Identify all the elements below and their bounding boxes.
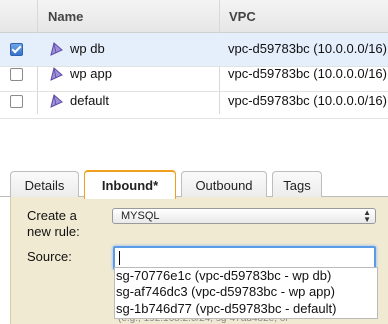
suggestion-option[interactable]: sg-70776e1c (vpc-d59783bc - wp db)	[115, 268, 378, 284]
tab-inbound[interactable]: Inbound*	[84, 170, 176, 199]
column-header-vpc[interactable]: VPC	[229, 0, 256, 32]
rule-type-select[interactable]: MYSQL ▲ ▼	[112, 208, 376, 224]
row-name: default	[70, 93, 110, 108]
row-name: wp db	[70, 41, 105, 56]
column-header-name[interactable]: Name	[48, 0, 83, 32]
text-caret	[119, 251, 120, 265]
source-suggestions-dropdown: sg-70776e1c (vpc-d59783bc - wp db) sg-af…	[114, 267, 378, 319]
tab-outbound[interactable]: Outbound	[181, 171, 267, 197]
row-checkbox[interactable]	[10, 95, 23, 108]
row-checkbox[interactable]	[10, 68, 23, 81]
security-group-icon	[50, 94, 63, 108]
suggestion-option[interactable]: sg-af746dc3 (vpc-d59783bc - wp app)	[115, 284, 378, 300]
suggestion-option[interactable]: sg-1b746d77 (vpc-d59783bc - default)	[115, 301, 378, 317]
row-vpc: vpc-d59783bc (10.0.0.0/16)	[228, 41, 387, 56]
row-vpc: vpc-d59783bc (10.0.0.0/16)	[228, 66, 387, 81]
create-rule-label: new rule:	[27, 224, 80, 239]
security-group-icon	[50, 42, 63, 56]
create-rule-label: Create a	[27, 208, 77, 223]
tab-details[interactable]: Details	[10, 171, 79, 197]
table-row[interactable]: default vpc-d59783bc (10.0.0.0/16)	[0, 85, 388, 119]
tab-tags[interactable]: Tags	[272, 171, 322, 197]
select-arrows-icon: ▲ ▼	[363, 208, 371, 224]
source-label: Source:	[27, 249, 72, 264]
row-checkbox[interactable]	[10, 43, 23, 56]
security-group-icon	[50, 67, 63, 81]
row-name: wp app	[70, 66, 112, 81]
rule-type-value: MYSQL	[121, 210, 160, 222]
row-vpc: vpc-d59783bc (10.0.0.0/16)	[228, 93, 387, 108]
